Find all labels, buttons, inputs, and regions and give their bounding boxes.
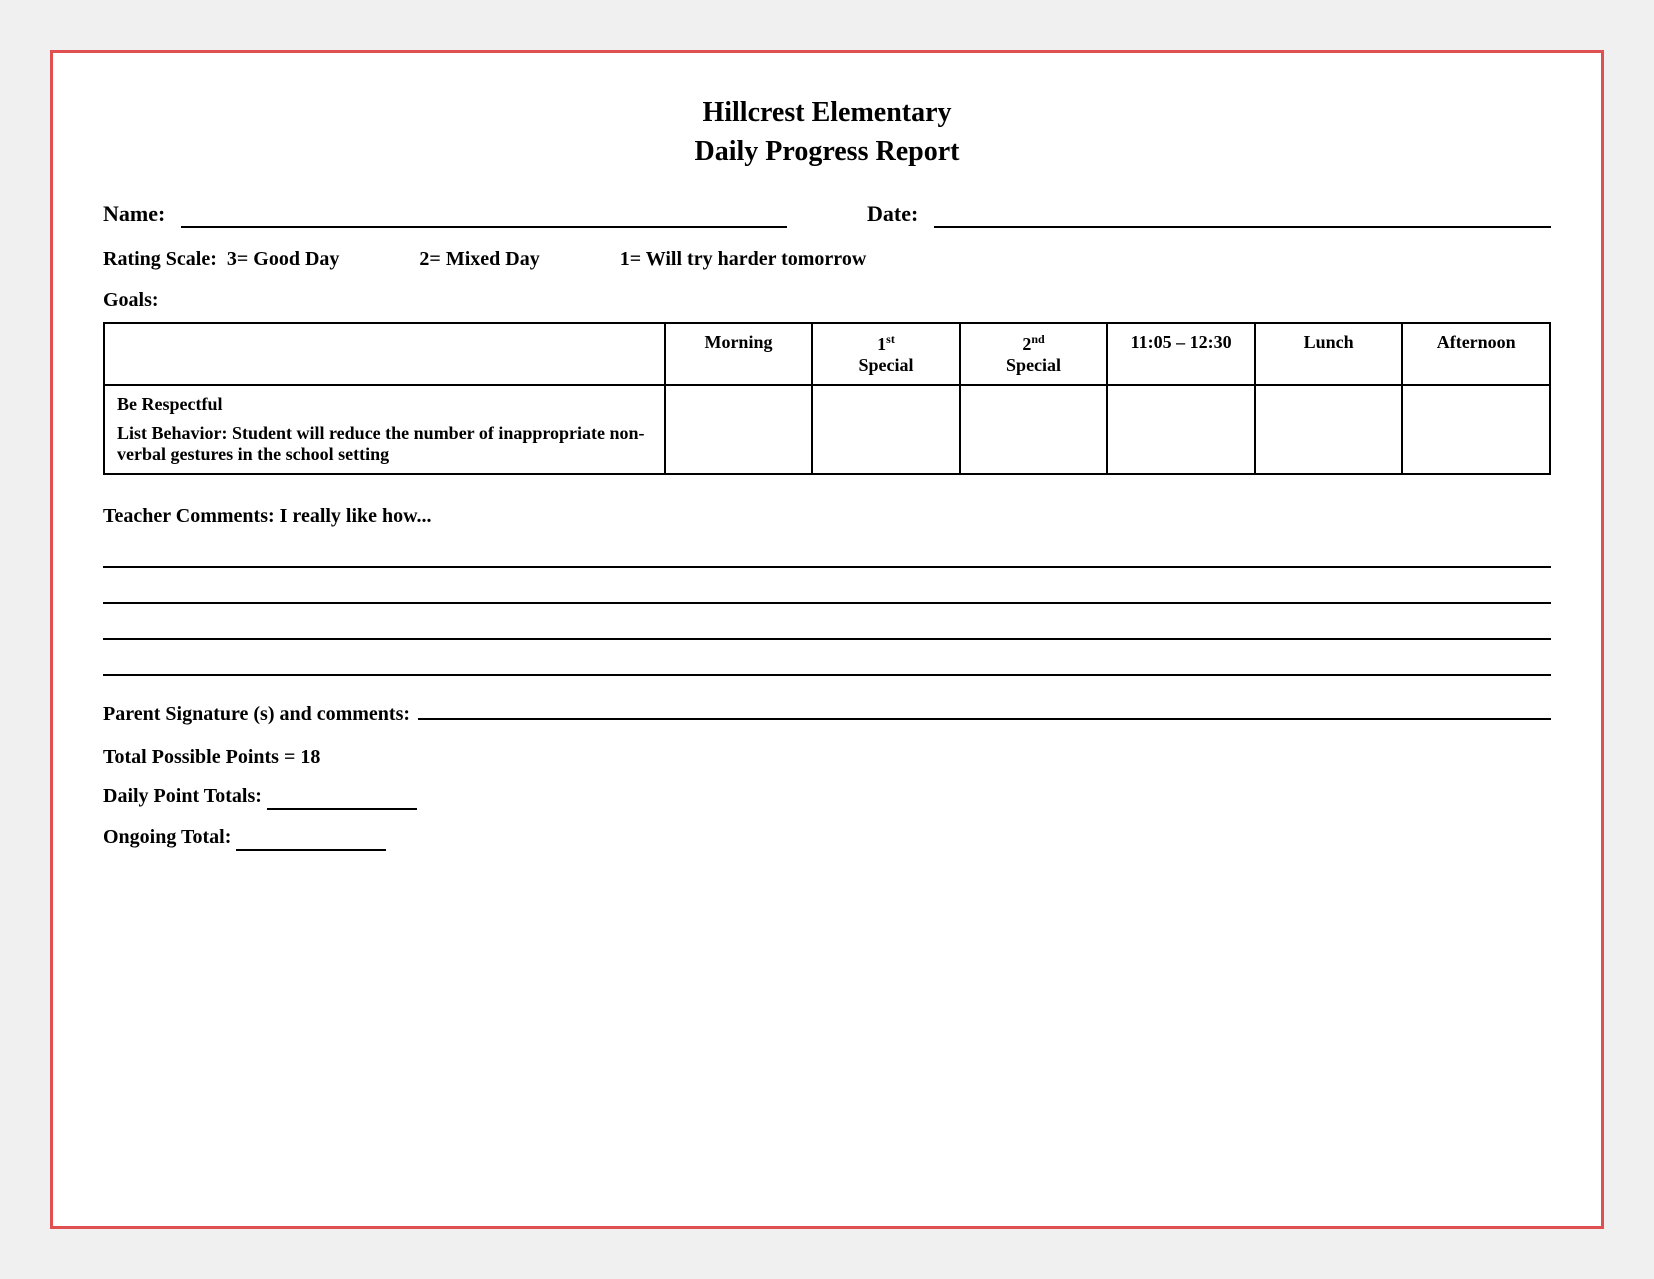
- name-input-line[interactable]: [181, 208, 787, 228]
- behavior-description: List Behavior: Student will reduce the n…: [117, 423, 652, 465]
- comment-line-1[interactable]: [103, 536, 1551, 568]
- goals-label: Goals:: [103, 289, 1551, 312]
- report-title: Daily Progress Report: [103, 132, 1551, 171]
- header: Hillcrest Elementary Daily Progress Repo…: [103, 93, 1551, 171]
- header-second-special: 2nd Special: [960, 323, 1108, 385]
- daily-total-line[interactable]: [267, 785, 417, 810]
- name-date-row: Name: Date:: [103, 201, 1551, 228]
- lunch-score[interactable]: [1255, 385, 1403, 474]
- date-field-group: Date:: [867, 201, 1551, 228]
- header-morning: Morning: [665, 323, 813, 385]
- second-special-score[interactable]: [960, 385, 1108, 474]
- table-row: Be Respectful List Behavior: Student wil…: [104, 385, 1550, 474]
- date-label: Date:: [867, 201, 918, 227]
- comment-line-2[interactable]: [103, 572, 1551, 604]
- time-period-score[interactable]: [1107, 385, 1255, 474]
- name-field-group: Name:: [103, 201, 787, 228]
- second-special-sup: nd: [1031, 332, 1044, 346]
- rating-scale: Rating Scale: 3= Good Day 2= Mixed Day 1…: [103, 248, 1551, 271]
- rating-mixed: 2= Mixed Day: [419, 248, 539, 271]
- header-title: Hillcrest Elementary Daily Progress Repo…: [103, 93, 1551, 171]
- totals-section: Total Possible Points = 18 Daily Point T…: [103, 746, 1551, 851]
- name-label: Name:: [103, 201, 165, 227]
- rating-label: Rating Scale: 3= Good Day: [103, 248, 339, 271]
- header-afternoon: Afternoon: [1402, 323, 1550, 385]
- header-time-period: 11:05 – 12:30: [1107, 323, 1255, 385]
- school-name: Hillcrest Elementary: [103, 93, 1551, 132]
- teacher-comments-label: Teacher Comments: I really like how...: [103, 505, 1551, 528]
- ongoing-total-label: Ongoing Total:: [103, 826, 231, 848]
- date-input-line[interactable]: [934, 208, 1551, 228]
- teacher-comments-section: Teacher Comments: I really like how...: [103, 505, 1551, 676]
- ongoing-total-line[interactable]: [236, 826, 386, 851]
- afternoon-score[interactable]: [1402, 385, 1550, 474]
- morning-score[interactable]: [665, 385, 813, 474]
- behavior-title: Be Respectful: [117, 394, 652, 415]
- first-special-score[interactable]: [812, 385, 960, 474]
- parent-signature-label: Parent Signature (s) and comments:: [103, 703, 410, 726]
- ongoing-total-row: Ongoing Total:: [103, 826, 1551, 851]
- comment-line-4[interactable]: [103, 644, 1551, 676]
- rating-try: 1= Will try harder tomorrow: [620, 248, 867, 271]
- header-description: [104, 323, 665, 385]
- behavior-cell: Be Respectful List Behavior: Student wil…: [104, 385, 665, 474]
- daily-total-row: Daily Point Totals:: [103, 785, 1551, 810]
- parent-signature-line[interactable]: [418, 696, 1551, 720]
- header-first-special: 1st Special: [812, 323, 960, 385]
- total-possible-label: Total Possible Points = 18: [103, 746, 320, 768]
- page: Hillcrest Elementary Daily Progress Repo…: [50, 50, 1604, 1229]
- first-special-sup: st: [886, 332, 895, 346]
- daily-total-label: Daily Point Totals:: [103, 785, 262, 807]
- comment-line-3[interactable]: [103, 608, 1551, 640]
- header-lunch: Lunch: [1255, 323, 1403, 385]
- total-possible-row: Total Possible Points = 18: [103, 746, 1551, 769]
- parent-signature-section: Parent Signature (s) and comments:: [103, 696, 1551, 726]
- progress-table: Morning 1st Special 2nd Special 11:05 – …: [103, 322, 1551, 475]
